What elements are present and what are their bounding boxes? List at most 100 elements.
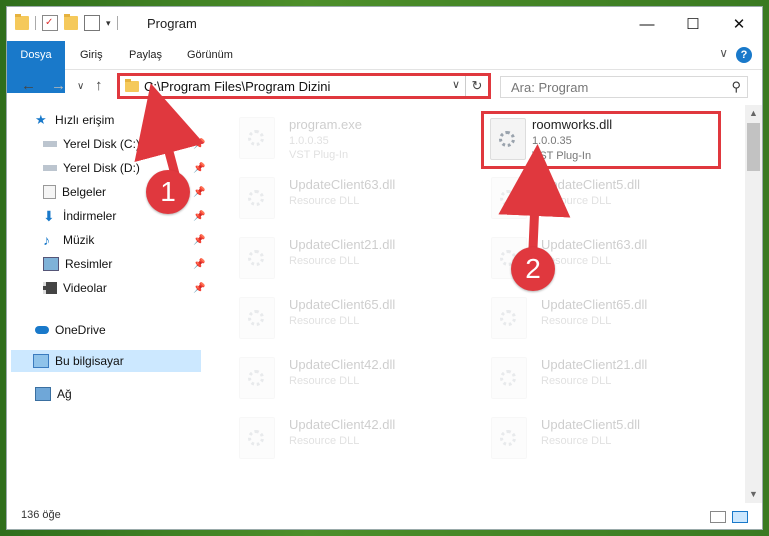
help-icon[interactable]: ?: [736, 47, 752, 63]
file-name: UpdateClient21.dll: [541, 357, 648, 372]
navigation-pane: ★ Hızlı erişim Yerel Disk (C:) 📌 Yerel D…: [7, 105, 207, 500]
quick-access-toolbar: ✓ ▾: [15, 14, 118, 31]
tiles-view-icon[interactable]: [732, 511, 748, 523]
tab-view[interactable]: Görünüm: [187, 41, 233, 69]
recent-locations-button[interactable]: ∨: [77, 81, 84, 92]
folder-icon: [125, 79, 139, 92]
file-item[interactable]: UpdateClient65.dll Resource DLL: [229, 291, 464, 343]
sidebar-item-music[interactable]: ♪ Müzik: [43, 229, 94, 251]
dll-file-icon: [490, 118, 526, 160]
pin-icon[interactable]: 📌: [193, 211, 205, 222]
file-item[interactable]: UpdateClient21.dll Resource DLL: [481, 351, 716, 403]
item-count: 136 öğe: [21, 509, 61, 521]
pin-icon[interactable]: 📌: [193, 235, 205, 246]
details-view-icon[interactable]: [710, 511, 726, 523]
status-bar: 136 öğe: [7, 503, 762, 529]
file-version: 1.0.0.35: [289, 135, 329, 147]
file-name: UpdateClient63.dll: [541, 237, 648, 252]
divider: [116, 16, 118, 30]
file-type: Resource DLL: [541, 375, 612, 387]
dll-file-icon: [491, 417, 527, 459]
file-item[interactable]: UpdateClient5.dll Resource DLL: [481, 171, 716, 223]
pin-icon[interactable]: 📌: [193, 187, 205, 198]
videos-icon: [43, 282, 57, 294]
sidebar-item-drive-c[interactable]: Yerel Disk (C:): [43, 133, 140, 155]
search-input[interactable]: Ara: Program ⚲: [500, 76, 748, 98]
sidebar-item-onedrive[interactable]: OneDrive: [35, 319, 106, 341]
file-type: VST Plug-In: [289, 149, 349, 161]
file-name: UpdateClient42.dll: [289, 357, 396, 372]
file-item[interactable]: UpdateClient5.dll Resource DLL: [481, 411, 716, 463]
scroll-down-icon[interactable]: ▼: [745, 486, 762, 503]
refresh-button[interactable]: ↻: [465, 76, 488, 96]
file-item[interactable]: UpdateClient42.dll Resource DLL: [229, 411, 464, 463]
navigation-bar: ← → ∨ ↑ C:\Program Files\Program Dizini …: [7, 70, 762, 104]
sidebar-item-label: OneDrive: [55, 323, 106, 337]
pin-icon[interactable]: 📌: [193, 283, 205, 294]
file-type: Resource DLL: [289, 375, 360, 387]
sidebar-item-quick-access[interactable]: ★ Hızlı erişim: [35, 109, 114, 131]
address-bar[interactable]: C:\Program Files\Program Dizini ∨ ↻: [117, 73, 491, 99]
file-name: roomworks.dll: [532, 117, 613, 132]
file-type: Resource DLL: [289, 195, 360, 207]
maximize-button[interactable]: ☐: [670, 7, 716, 41]
folder-icon: [15, 14, 29, 30]
step-2-badge: 2: [511, 247, 555, 291]
sidebar-item-videos[interactable]: Videolar: [43, 277, 107, 299]
vertical-scrollbar[interactable]: ▲ ▼: [745, 105, 762, 503]
sidebar-item-pictures[interactable]: Resimler: [43, 253, 112, 275]
search-icon[interactable]: ⚲: [731, 79, 741, 95]
exe-file-icon: [239, 117, 275, 159]
customize-icon[interactable]: [84, 15, 100, 31]
downloads-icon: ⬇: [43, 208, 55, 224]
dll-file-icon: [239, 417, 275, 459]
address-dropdown-icon[interactable]: ∨: [452, 78, 460, 91]
file-name: UpdateClient42.dll: [289, 417, 396, 432]
file-item[interactable]: program.exe 1.0.0.35 VST Plug-In: [229, 111, 464, 163]
dll-file-icon: [491, 297, 527, 339]
sidebar-item-label: Müzik: [63, 233, 95, 247]
sidebar-item-drive-d[interactable]: Yerel Disk (D:): [43, 157, 140, 179]
music-icon: ♪: [43, 232, 50, 248]
file-item[interactable]: UpdateClient42.dll Resource DLL: [229, 351, 464, 403]
ribbon: Dosya Giriş Paylaş Görünüm ∨ ?: [7, 41, 762, 93]
divider: [35, 16, 36, 30]
forward-button[interactable]: →: [51, 77, 66, 94]
network-icon: [35, 387, 51, 401]
new-folder-icon[interactable]: [64, 14, 78, 30]
scroll-up-icon[interactable]: ▲: [745, 105, 762, 122]
minimize-button[interactable]: —: [624, 7, 670, 41]
expand-ribbon-icon[interactable]: ∨: [719, 46, 728, 60]
sidebar-item-label: Bu bilgisayar: [55, 354, 124, 368]
pin-icon[interactable]: 📌: [193, 259, 205, 270]
cloud-icon: [35, 326, 49, 334]
qat-dropdown-icon[interactable]: ▾: [106, 18, 111, 29]
file-type: Resource DLL: [289, 435, 360, 447]
scroll-thumb[interactable]: [747, 123, 760, 171]
file-item[interactable]: UpdateClient21.dll Resource DLL: [229, 231, 464, 283]
sidebar-item-network[interactable]: Ağ: [35, 383, 72, 405]
pin-icon[interactable]: 📌: [193, 139, 205, 150]
properties-icon[interactable]: ✓: [42, 15, 58, 31]
sidebar-item-label: Belgeler: [62, 185, 107, 199]
file-item[interactable]: UpdateClient65.dll Resource DLL: [481, 291, 716, 343]
pin-icon[interactable]: 📌: [193, 163, 205, 174]
tab-home[interactable]: Giriş: [80, 41, 103, 69]
address-path[interactable]: C:\Program Files\Program Dizini: [144, 79, 330, 94]
file-name: program.exe: [289, 117, 362, 132]
file-item[interactable]: UpdateClient63.dll Resource DLL: [229, 171, 464, 223]
pictures-icon: [43, 257, 59, 271]
sidebar-item-downloads[interactable]: ⬇ İndirmeler: [43, 205, 116, 227]
sidebar-item-documents[interactable]: Belgeler: [43, 181, 106, 203]
up-button[interactable]: ↑: [95, 77, 103, 94]
file-item-highlighted[interactable]: roomworks.dll 1.0.0.35 VST Plug-In: [481, 111, 721, 169]
close-button[interactable]: ✕: [716, 7, 762, 41]
back-button[interactable]: ←: [21, 77, 36, 94]
drive-icon: [43, 141, 57, 147]
title-bar: ✓ ▾ Program — ☐ ✕: [7, 7, 762, 41]
step-1-badge: 1: [146, 170, 190, 214]
documents-icon: [43, 185, 56, 199]
window-title: Program: [147, 16, 197, 31]
tab-share[interactable]: Paylaş: [129, 41, 162, 69]
sidebar-item-this-pc[interactable]: Bu bilgisayar: [11, 350, 201, 372]
